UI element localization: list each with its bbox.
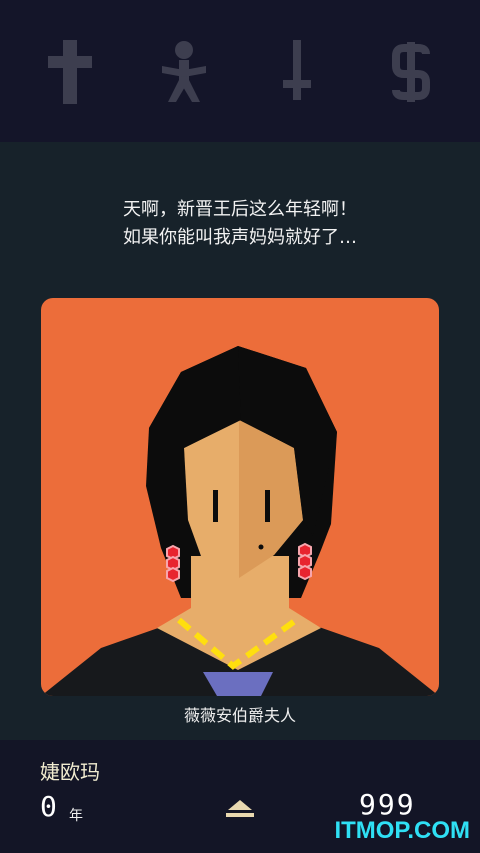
expand-arrow-icon[interactable] — [222, 798, 258, 818]
dialogue-text: 天啊，新晋王后这么年轻啊！ 如果你能叫我声妈妈就好了… — [0, 196, 480, 252]
cross-icon — [48, 40, 92, 104]
stats-bar — [0, 0, 480, 142]
watermark: ITMOP.COM — [334, 817, 470, 844]
dollar-icon — [392, 42, 430, 102]
person-icon — [162, 41, 206, 102]
ruler-name: 婕欧玛 — [40, 760, 100, 784]
dialogue-line-1: 天啊，新晋王后这么年轻啊！ — [123, 199, 357, 220]
right-earring — [298, 542, 312, 581]
sword-icon — [283, 40, 311, 100]
dialogue-line-2: 如果你能叫我声妈妈就好了… — [123, 227, 357, 248]
reign-years-unit: 年 — [69, 808, 83, 824]
character-name: 薇薇安伯爵夫人 — [183, 706, 296, 725]
left-earring — [166, 544, 180, 583]
character-card[interactable] — [41, 298, 439, 696]
countess-portrait — [41, 346, 439, 696]
reign-years-value: 0 — [40, 790, 57, 823]
